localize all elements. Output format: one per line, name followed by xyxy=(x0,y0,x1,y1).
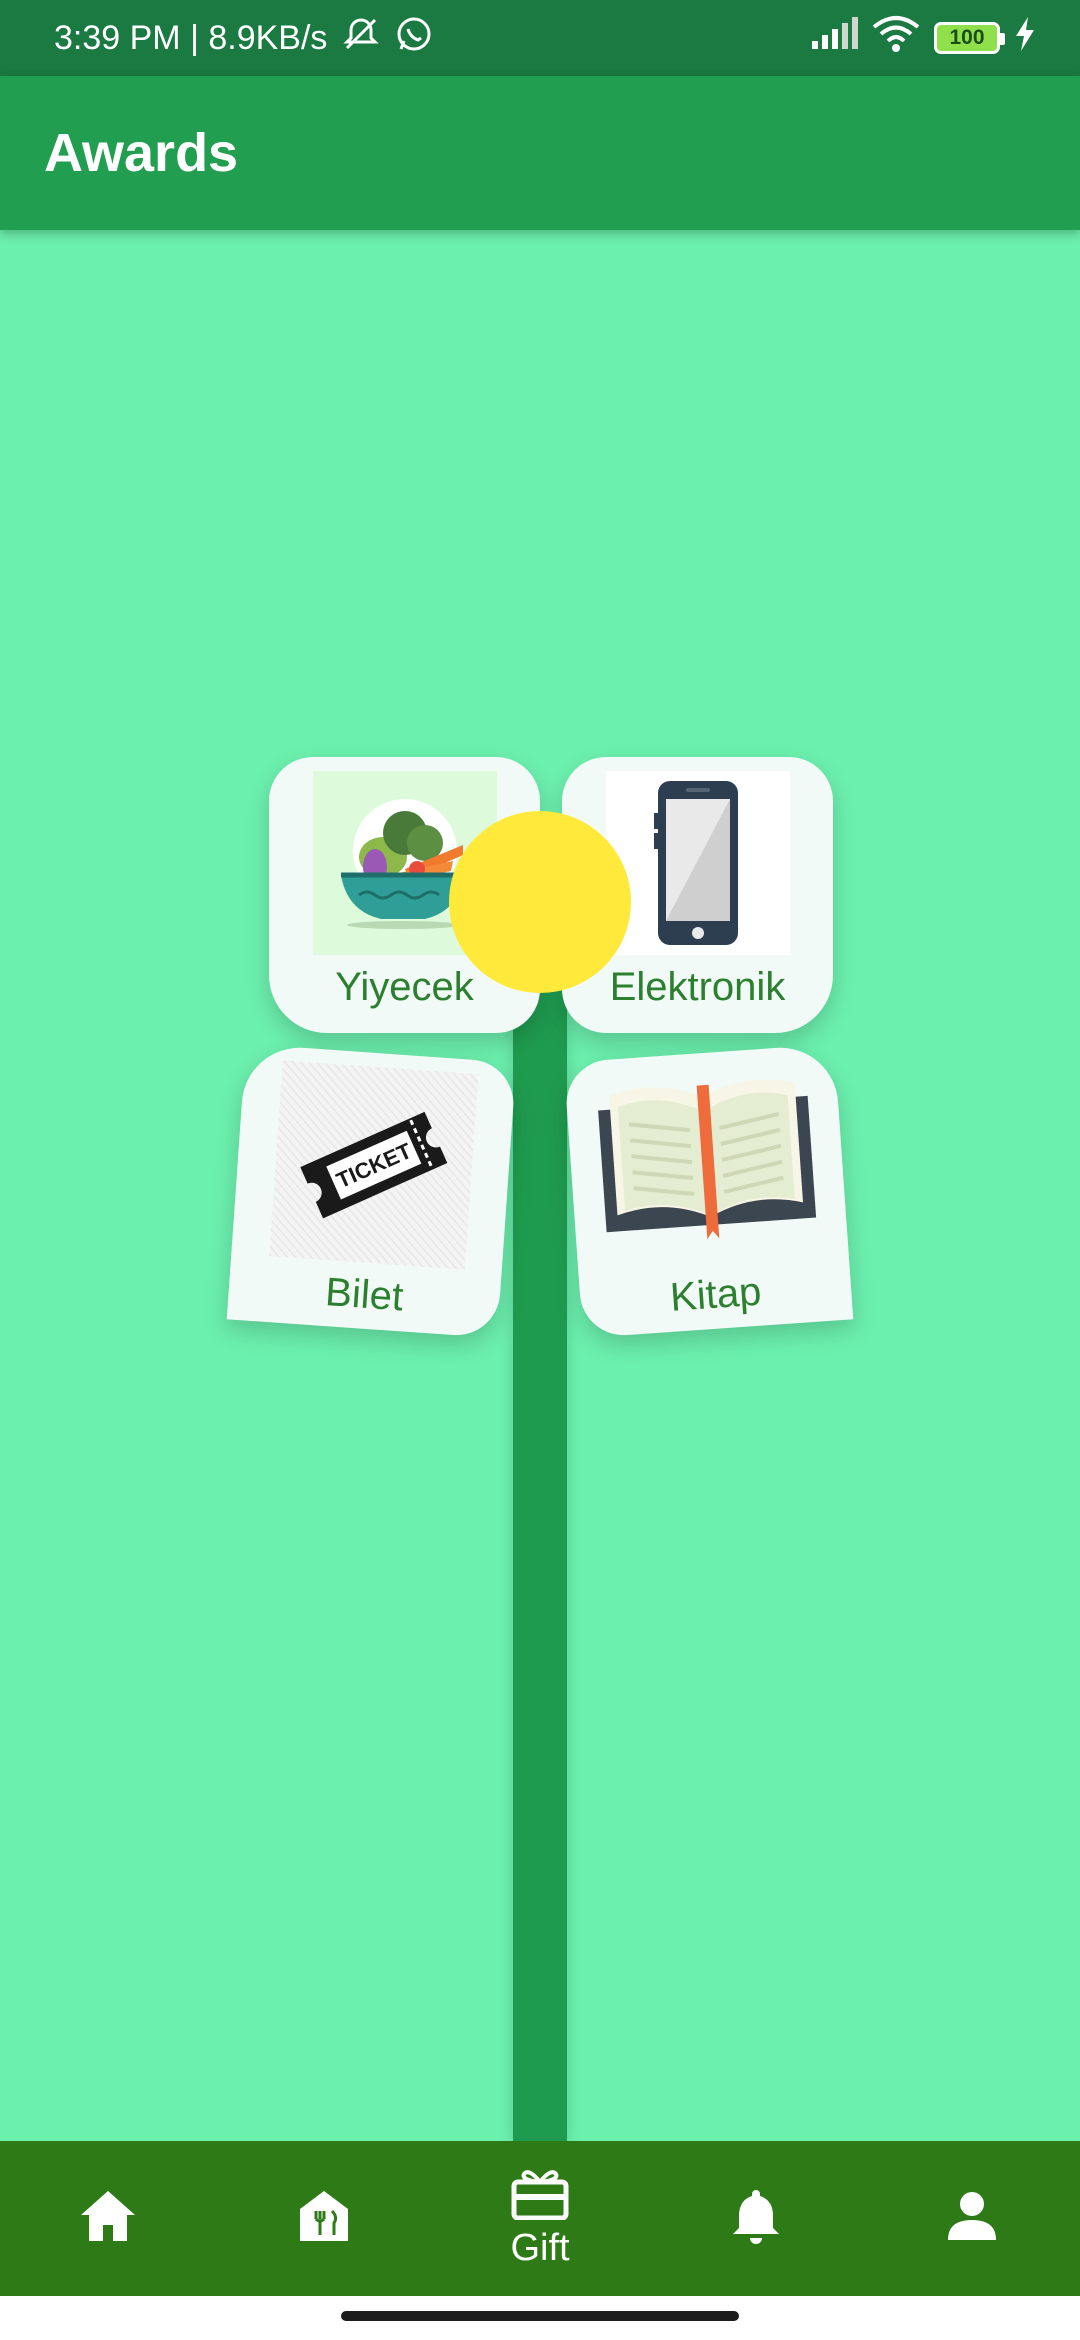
bottom-navigation: Gift xyxy=(0,2141,1080,2296)
status-time: 3:39 PM | 8.9KB/s xyxy=(54,18,328,57)
category-ticket-petal[interactable]: TICKET Bilet xyxy=(226,1043,517,1339)
app-bar: Awards xyxy=(0,76,1080,230)
signal-icon xyxy=(810,16,858,60)
battery-icon: 100 xyxy=(934,22,1005,54)
nav-profile[interactable] xyxy=(892,2141,1052,2296)
mute-alarm-icon xyxy=(341,14,381,63)
status-right: 100 xyxy=(810,15,1036,62)
nav-gift-label: Gift xyxy=(510,2226,570,2269)
category-label: Yiyecek xyxy=(335,965,474,1009)
person-icon xyxy=(946,2190,998,2247)
bell-icon xyxy=(731,2188,781,2249)
status-left: 3:39 PM | 8.9KB/s xyxy=(54,14,433,63)
ticket-icon: TICKET xyxy=(268,1060,478,1270)
category-book-petal[interactable]: Kitap xyxy=(563,1043,854,1339)
category-label: Kitap xyxy=(668,1269,763,1320)
home-icon xyxy=(79,2189,137,2248)
flower-center xyxy=(449,811,631,993)
whatsapp-icon xyxy=(395,15,433,62)
nav-restaurant[interactable] xyxy=(244,2141,404,2296)
nav-home[interactable] xyxy=(28,2141,188,2296)
category-label: Elektronik xyxy=(609,965,786,1009)
wifi-icon xyxy=(872,15,920,62)
category-label: Bilet xyxy=(323,1270,405,1320)
nav-notifications[interactable] xyxy=(676,2141,836,2296)
charging-icon xyxy=(1014,16,1036,60)
smartphone-icon xyxy=(605,771,790,955)
gift-icon xyxy=(511,2168,569,2225)
page-title: Awards xyxy=(44,123,239,183)
open-book-icon xyxy=(585,1059,828,1271)
restaurant-icon xyxy=(298,2189,350,2248)
status-bar: 3:39 PM | 8.9KB/s 100 xyxy=(0,0,1080,76)
home-indicator[interactable] xyxy=(341,2311,739,2321)
nav-gift[interactable]: Gift xyxy=(460,2141,620,2296)
flower-stem xyxy=(513,985,567,2141)
